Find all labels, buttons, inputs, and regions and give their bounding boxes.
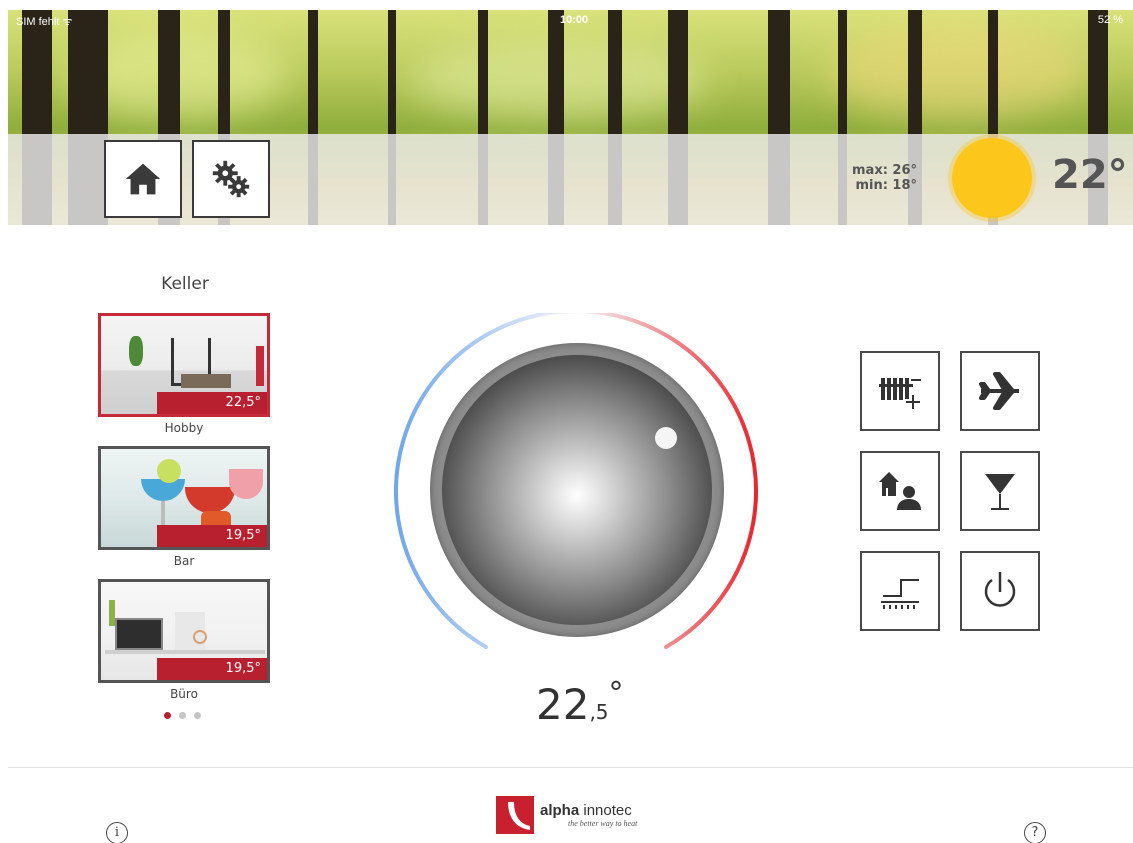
set-temperature-int: 22: [536, 680, 590, 729]
room-name: Hobby: [164, 421, 204, 435]
floor-heating-icon: [881, 579, 919, 609]
airplane-icon: [979, 372, 1019, 410]
room-temperature: 19,5°: [157, 658, 267, 680]
footer-divider: [8, 767, 1133, 768]
degree-symbol: °: [608, 676, 624, 711]
settings-button[interactable]: [192, 140, 270, 218]
status-bar: SIM fehlt ᯤ 10:00 52 %: [8, 10, 1133, 32]
sun-icon: [952, 138, 1032, 218]
logo-slogan: the better way to heat: [568, 819, 638, 828]
weather-max: max: 26°: [852, 163, 918, 178]
room-card-buero[interactable]: 19,5° Büro: [98, 579, 270, 701]
help-button[interactable]: ?: [1024, 822, 1046, 843]
room-thumbnail: 22,5°: [98, 313, 270, 417]
room-thumbnail: 19,5°: [98, 446, 270, 550]
floor-title: Keller: [161, 274, 209, 294]
away-presence-button[interactable]: [860, 451, 940, 531]
page-dot[interactable]: [179, 712, 186, 719]
logo-brand: alpha innotec: [540, 802, 637, 819]
temperature-knob[interactable]: [442, 355, 712, 625]
room-thumbnail: 19,5°: [98, 579, 270, 683]
room-card-hobby[interactable]: 22,5° Hobby: [98, 313, 270, 435]
battery-label: 52 %: [1097, 14, 1123, 26]
radiator-boost-button[interactable]: [860, 351, 940, 431]
power-button[interactable]: [960, 551, 1040, 631]
floor-heating-button[interactable]: [860, 551, 940, 631]
weather-min: min: 18°: [855, 178, 918, 193]
gears-icon: [212, 160, 250, 198]
clock-label: 10:00: [560, 14, 589, 26]
house-person-icon: [879, 472, 921, 510]
power-icon: [984, 572, 1016, 607]
brand-logo: alpha innotec the better way to heat: [496, 796, 637, 834]
info-button[interactable]: i: [106, 822, 128, 843]
holiday-button[interactable]: [960, 351, 1040, 431]
room-name: Bar: [173, 554, 195, 568]
logo-brand-bold: alpha: [540, 802, 580, 819]
page-dot[interactable]: [194, 712, 201, 719]
logo-brand-rest: innotec: [579, 802, 632, 819]
room-temperature: 19,5°: [157, 525, 267, 547]
set-temperature-decimal: ,5: [589, 700, 609, 724]
cocktail-icon: [985, 474, 1015, 510]
room-card-bar[interactable]: 19,5° Bar: [98, 446, 270, 568]
outside-temperature: 22°: [1052, 152, 1128, 198]
home-button[interactable]: [104, 140, 182, 218]
page-dot[interactable]: [164, 712, 171, 719]
knob-indicator: [655, 427, 677, 449]
carrier-label: SIM fehlt ᯤ: [16, 16, 73, 28]
party-button[interactable]: [960, 451, 1040, 531]
room-temperature: 22,5°: [157, 392, 267, 414]
radiator-plus-icon: [879, 378, 921, 410]
alpha-innotec-logo-icon: [496, 796, 534, 834]
room-name: Büro: [170, 687, 198, 701]
weather-minmax: max: 26° min: 18°: [852, 163, 917, 193]
page-indicator[interactable]: [164, 712, 201, 719]
home-icon: [125, 163, 161, 195]
app-screen: SIM fehlt ᯤ 10:00 52 % max: 26° min: 18°…: [0, 0, 1133, 843]
set-temperature: 22,5°: [536, 676, 624, 729]
